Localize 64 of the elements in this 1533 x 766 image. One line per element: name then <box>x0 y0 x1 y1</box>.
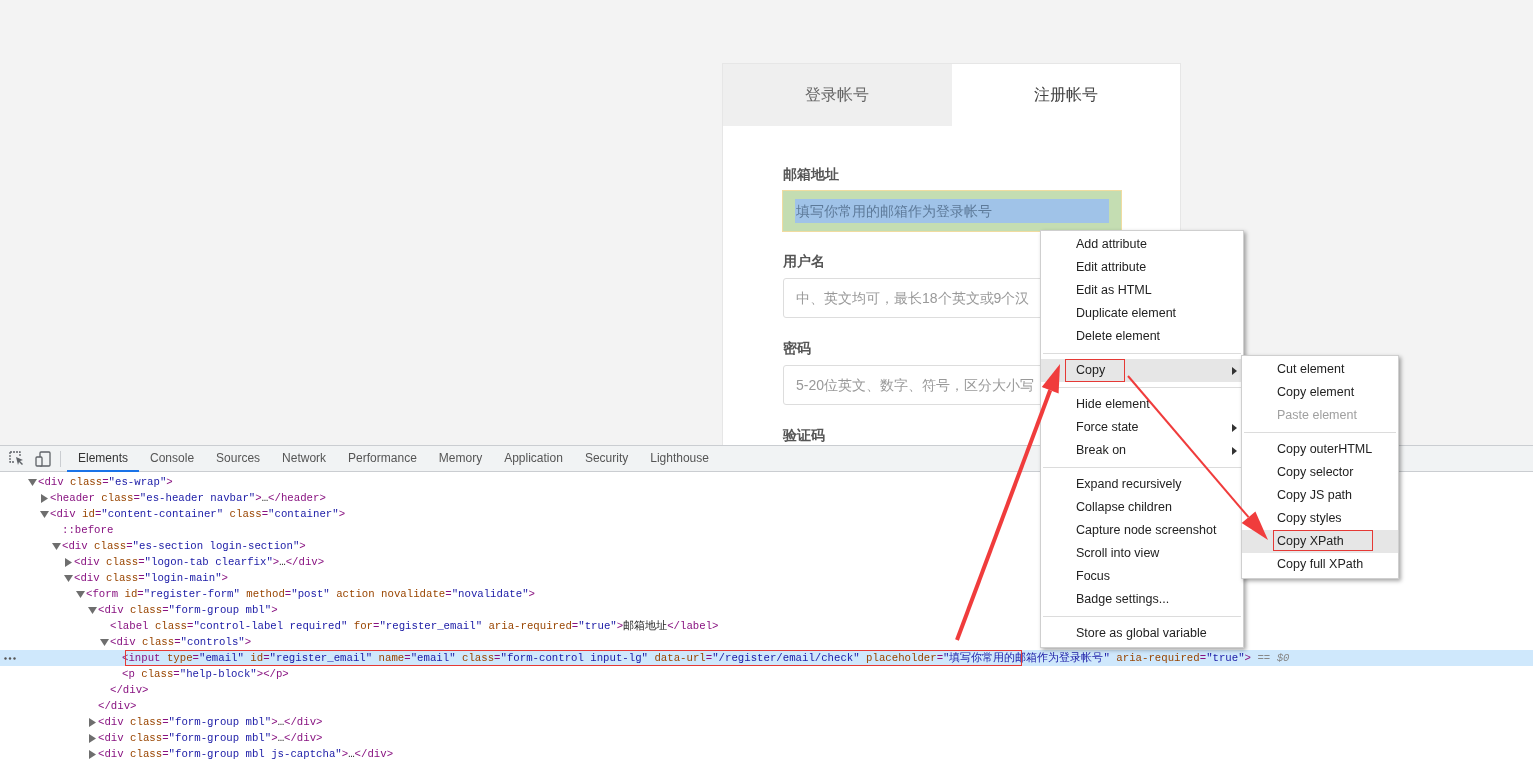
code-line[interactable]: <p class="help-block"></p> <box>122 666 289 683</box>
code-line[interactable]: <div class="form-group mbl js-captcha">…</div> <box>98 746 394 763</box>
code-line[interactable]: <label class="control-label required" for="register_email" aria-required="true">邮箱地址</label> <box>110 618 719 635</box>
menu-item[interactable]: Focus <box>1041 565 1243 588</box>
more-icon[interactable] <box>4 656 16 660</box>
code-line[interactable]: <div class="form-group mbl">…</div> <box>98 714 323 731</box>
caret-down-icon[interactable] <box>40 510 49 518</box>
code-line[interactable]: <div class="es-wrap"> <box>38 474 173 491</box>
code-line[interactable]: <div class="form-group mbl">…</div> <box>98 730 323 747</box>
caret-down-icon[interactable] <box>100 638 109 646</box>
menu-item[interactable]: Badge settings... <box>1041 588 1243 611</box>
code-line[interactable]: <form id="register-form" method="post" action novalidate="novalidate"> <box>86 586 536 603</box>
annotation-frame <box>1065 359 1125 382</box>
code-line[interactable]: </div> <box>98 698 137 715</box>
menu-item[interactable]: Collapse children <box>1041 496 1243 519</box>
menu-item[interactable]: Add attribute <box>1041 233 1243 256</box>
code-line[interactable]: <header class="es-header navbar">…</header> <box>50 490 326 507</box>
account-tab[interactable]: 登录帐号 <box>723 64 952 126</box>
menu-item[interactable]: Copy styles <box>1242 507 1398 530</box>
caret-down-icon[interactable] <box>28 478 37 486</box>
menu-item[interactable]: Edit attribute <box>1041 256 1243 279</box>
caret-right-icon <box>1232 423 1237 432</box>
menu-item[interactable]: Expand recursively <box>1041 473 1243 496</box>
email-field[interactable]: 填写你常用的邮箱作为登录帐号 <box>783 191 1121 231</box>
menu-item[interactable]: Copy JS path <box>1242 484 1398 507</box>
code-line[interactable]: <div class="controls"> <box>110 634 252 651</box>
menu-item[interactable]: Store as global variable <box>1041 622 1243 645</box>
caret-right-icon <box>1232 366 1237 375</box>
panel-tab[interactable]: Application <box>493 445 574 472</box>
caret-right-icon[interactable] <box>64 557 73 567</box>
code-line[interactable]: <div id="content-container" class="container"> <box>50 506 346 523</box>
caret-down-icon[interactable] <box>52 542 61 550</box>
code-line[interactable]: <div class="es-section login-section"> <box>62 538 306 555</box>
panel-tab[interactable]: Performance <box>337 445 428 472</box>
code-line[interactable]: <div class="form-group mbl"> <box>98 602 278 619</box>
inspect-icon[interactable] <box>9 450 25 467</box>
menu-item[interactable]: Break on <box>1041 439 1243 462</box>
field-label: 邮箱地址 <box>783 165 839 184</box>
caret-right-icon[interactable] <box>40 493 49 503</box>
menu-item[interactable]: Capture node screenshot <box>1041 519 1243 542</box>
panel-tab[interactable]: Security <box>573 445 640 472</box>
code-line[interactable]: ::before <box>62 522 114 539</box>
code-line[interactable]: <div class="logon-tab clearfix">…</div> <box>74 554 325 571</box>
menu-item[interactable]: Copy <box>1041 359 1243 382</box>
menu-item[interactable]: Copy full XPath <box>1242 553 1398 576</box>
menu-item[interactable]: Copy element <box>1242 381 1398 404</box>
code-line[interactable]: </div> <box>110 682 149 699</box>
field-label: 密码 <box>783 339 811 358</box>
menu-item[interactable]: Force state <box>1041 416 1243 439</box>
field-label: 验证码 <box>783 426 825 445</box>
panel-tab[interactable]: Sources <box>205 445 272 472</box>
code-line[interactable]: <div class="login-main"> <box>74 570 228 587</box>
menu-item[interactable]: Scroll into view <box>1041 542 1243 565</box>
menu-item[interactable]: Copy outerHTML <box>1242 438 1398 461</box>
device-icon[interactable] <box>35 450 51 467</box>
panel-tab[interactable]: Lighthouse <box>639 445 720 472</box>
menu-item[interactable]: Cut element <box>1242 358 1398 381</box>
panel-tab[interactable]: Console <box>139 445 206 472</box>
panel-tab[interactable]: Network <box>271 445 338 472</box>
menu-item[interactable]: Delete element <box>1041 325 1243 348</box>
caret-right-icon <box>1232 446 1237 455</box>
panel-tab[interactable]: Memory <box>427 445 494 472</box>
field-label: 用户名 <box>783 252 825 271</box>
menu-item[interactable]: Copy selector <box>1242 461 1398 484</box>
